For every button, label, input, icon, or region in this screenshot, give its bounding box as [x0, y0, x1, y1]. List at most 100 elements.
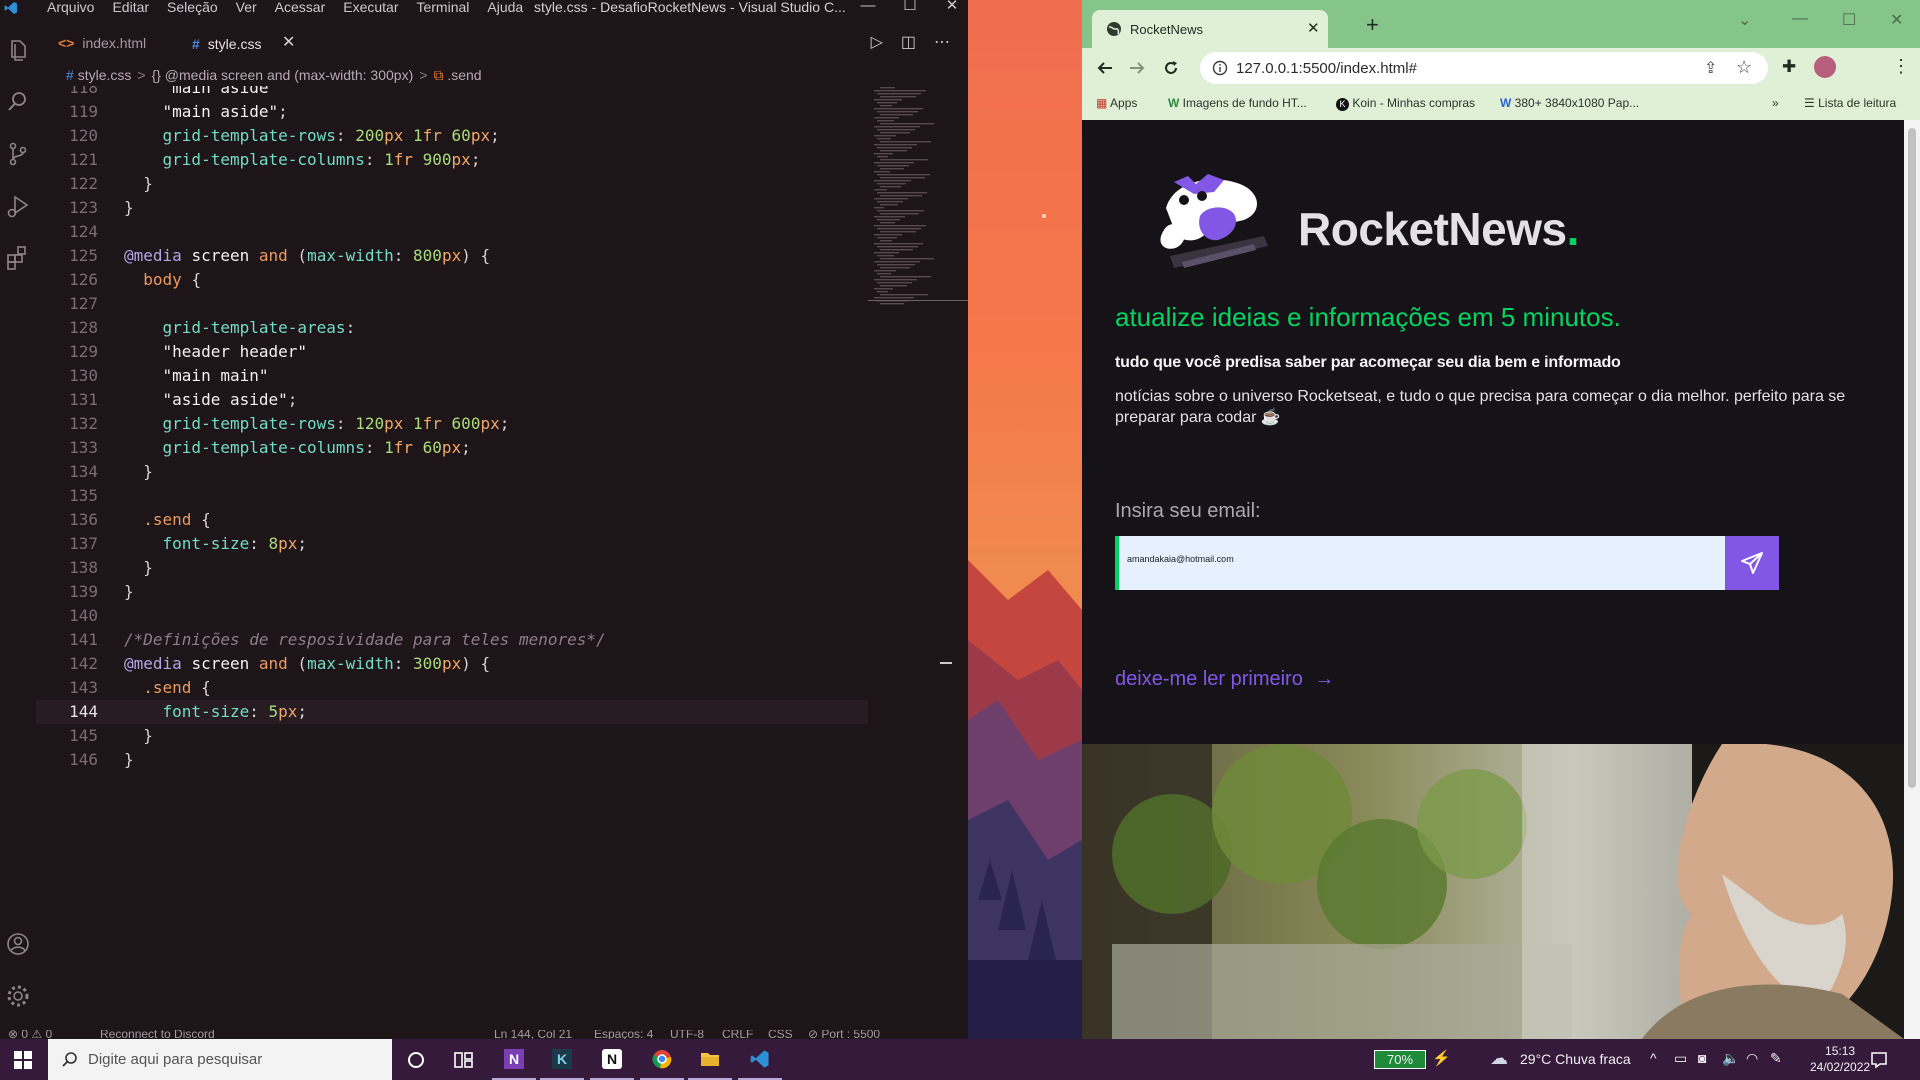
code-line[interactable]: 127 — [36, 292, 868, 316]
status-discord[interactable]: Reconnect to Discord — [100, 1030, 215, 1039]
minimize-icon[interactable]: — — [858, 0, 878, 16]
code-line-current[interactable]: 144 font-size: 5px; — [36, 700, 868, 724]
status-problems[interactable]: ⊗ 0 ⚠ 0 — [8, 1030, 52, 1039]
code-line[interactable]: 121 grid-template-columns: 1fr 900px; — [36, 148, 868, 172]
code-line[interactable]: 130 "main main" — [36, 364, 868, 388]
bookmark-apps[interactable]: ▦ Apps — [1096, 96, 1137, 110]
menu-item[interactable]: Terminal — [407, 0, 478, 15]
weather-text[interactable]: 29°C Chuva fraca — [1520, 1051, 1631, 1067]
meet-camera-icon[interactable]: ◙ — [1698, 1050, 1706, 1066]
menu-item[interactable]: Seleção — [158, 0, 227, 15]
close-icon[interactable]: ✕ — [1890, 10, 1903, 30]
bookmark-wallpapers[interactable]: W 380+ 3840x1080 Pap... — [1500, 96, 1639, 110]
code-line[interactable]: 132 grid-template-rows: 120px 1fr 600px; — [36, 412, 868, 436]
code-line[interactable]: 119 "main aside"; — [36, 100, 868, 124]
code-line[interactable]: 143 .send { — [36, 676, 868, 700]
reload-icon[interactable] — [1162, 59, 1180, 77]
breadcrumb-selector[interactable]: .send — [447, 67, 481, 83]
code-line[interactable]: 125 @media screen and (max-width: 800px) … — [36, 244, 868, 268]
new-tab-button[interactable]: + — [1366, 14, 1379, 36]
more-actions-icon[interactable]: ⋯ — [934, 16, 950, 70]
clock[interactable]: 15:13 24/02/2022 — [1810, 1043, 1870, 1075]
menu-item[interactable]: Executar — [334, 0, 407, 15]
network-device-icon[interactable]: ▭ — [1674, 1050, 1687, 1067]
close-icon[interactable]: ✕ — [942, 0, 962, 16]
status-eol[interactable]: CRLF — [722, 1030, 753, 1039]
tab-style-css[interactable]: # style.css — [192, 16, 261, 70]
code-line[interactable]: 133 grid-template-columns: 1fr 60px; — [36, 436, 868, 460]
read-first-link[interactable]: deixe-me ler primeiro → — [1115, 668, 1334, 691]
code-line[interactable]: 138 } — [36, 556, 868, 580]
status-indent[interactable]: Espaços: 4 — [594, 1030, 653, 1039]
bookmark-imagens-fundo[interactable]: W Imagens de fundo HT... — [1168, 96, 1307, 110]
scrollbar-thumb[interactable] — [1908, 128, 1916, 788]
code-line[interactable]: 140 — [36, 604, 868, 628]
code-line[interactable]: 145 } — [36, 724, 868, 748]
tab-close-icon[interactable]: ✕ — [1307, 19, 1320, 37]
code-line[interactable]: 128 grid-template-areas: — [36, 316, 868, 340]
page-scrollbar[interactable] — [1904, 120, 1920, 1039]
forward-arrow-icon[interactable] — [1128, 59, 1146, 77]
reading-list[interactable]: ☰ Lista de leitura — [1804, 96, 1896, 110]
maximize-icon[interactable]: ☐ — [900, 0, 920, 16]
code-line[interactable]: 142 @media screen and (max-width: 300px) … — [36, 652, 868, 676]
settings-gear-icon[interactable] — [4, 982, 32, 1010]
code-line[interactable]: 120 grid-template-rows: 200px 1fr 60px; — [36, 124, 868, 148]
profile-avatar[interactable] — [1814, 56, 1836, 78]
search-icon[interactable] — [4, 88, 32, 116]
code-line[interactable]: 131 "aside aside"; — [36, 388, 868, 412]
code-line[interactable]: 139} — [36, 580, 868, 604]
chrome-menu-icon[interactable]: ⋮ — [1892, 56, 1910, 77]
cortana-button[interactable] — [394, 1039, 438, 1080]
browser-tab[interactable]: RocketNews ✕ — [1092, 10, 1328, 48]
chrome-app[interactable] — [640, 1039, 684, 1080]
code-line[interactable]: 126 body { — [36, 268, 868, 292]
code-line[interactable]: 136 .send { — [36, 508, 868, 532]
code-editor[interactable]: 118 "main aside" 119 "main aside"; 120 gri… — [36, 86, 868, 1030]
bookmark-koin[interactable]: K Koin - Minhas compras — [1336, 96, 1475, 111]
bookmark-star-icon[interactable]: ☆ — [1736, 57, 1752, 78]
pen-icon[interactable]: ✎ — [1770, 1050, 1782, 1067]
code-line[interactable]: 124 — [36, 220, 868, 244]
bookmarks-overflow-icon[interactable]: » — [1772, 96, 1779, 110]
breadcrumb-media-query[interactable]: {} @media screen and (max-width: 300px) — [152, 67, 414, 83]
code-line[interactable]: 134 } — [36, 460, 868, 484]
split-editor-icon[interactable]: ◫ — [901, 16, 916, 70]
battery-indicator[interactable]: 70% — [1374, 1050, 1426, 1069]
vscode-app[interactable] — [738, 1039, 782, 1080]
menu-item[interactable]: Ajuda — [478, 0, 532, 15]
send-button[interactable] — [1725, 536, 1779, 590]
run-debug-icon[interactable] — [4, 192, 32, 220]
volume-icon[interactable]: 🔈 — [1722, 1050, 1739, 1067]
extensions-puzzle-icon[interactable]: ✚ — [1782, 57, 1796, 77]
task-view-button[interactable] — [442, 1039, 486, 1080]
minimize-icon[interactable]: — — [1792, 10, 1808, 28]
back-arrow-icon[interactable] — [1096, 59, 1114, 77]
chevron-up-icon[interactable]: ^ — [1650, 1050, 1657, 1066]
wifi-icon[interactable]: ◠ — [1746, 1050, 1758, 1067]
code-line[interactable]: 135 — [36, 484, 868, 508]
notifications-icon[interactable] — [1870, 1051, 1888, 1069]
address-bar[interactable]: 127.0.0.1:5500/index.html# ⇪ ☆ — [1200, 52, 1768, 84]
code-line[interactable]: 118 "main aside" — [36, 86, 868, 100]
source-control-icon[interactable] — [4, 140, 32, 168]
file-explorer-app[interactable] — [688, 1039, 732, 1080]
explorer-icon[interactable] — [4, 36, 32, 64]
code-line[interactable]: 129 "header header" — [36, 340, 868, 364]
extensions-icon[interactable] — [4, 244, 32, 272]
code-line[interactable]: 146} — [36, 748, 868, 772]
notion-app[interactable]: N — [590, 1039, 634, 1080]
tab-search-icon[interactable]: ⌄ — [1738, 10, 1751, 30]
menu-item[interactable]: Ver — [227, 0, 266, 15]
tab-index-html[interactable]: <> index.html — [58, 16, 146, 70]
menu-item[interactable]: Arquivo — [38, 0, 103, 15]
status-cursor[interactable]: Ln 144, Col 21 — [494, 1030, 572, 1039]
code-line[interactable]: 141 /*Definições de resposividade para te… — [36, 628, 868, 652]
status-live-server[interactable]: ⊘ Port : 5500 — [808, 1030, 880, 1039]
email-input[interactable] — [1127, 554, 1717, 564]
windows-start-icon[interactable] — [14, 1051, 32, 1069]
site-info-icon[interactable] — [1212, 60, 1228, 76]
taskbar-search[interactable]: Digite aqui para pesquisar — [48, 1039, 392, 1080]
status-language[interactable]: CSS — [768, 1030, 793, 1039]
code-line[interactable]: 122 } — [36, 172, 868, 196]
